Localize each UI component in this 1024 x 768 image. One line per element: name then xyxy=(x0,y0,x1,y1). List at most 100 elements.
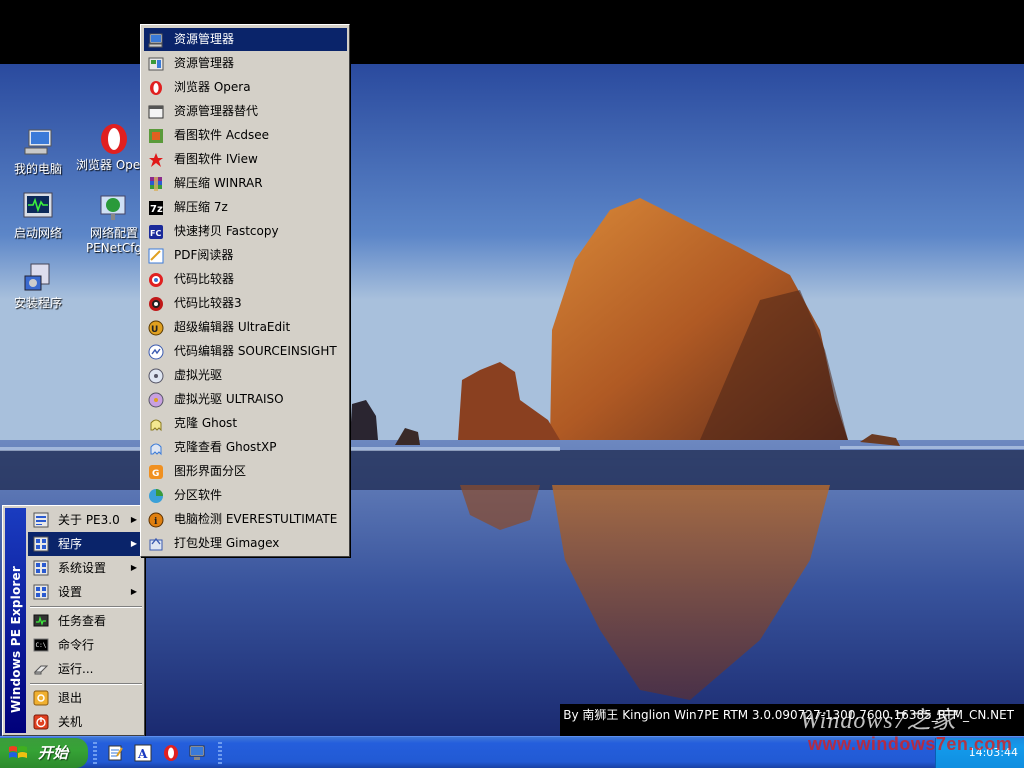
ultraedit-icon: U xyxy=(148,320,164,336)
start-button-label: 开始 xyxy=(38,744,69,762)
program-item-explorer[interactable]: 资源管理器 xyxy=(144,28,347,51)
program-item-winrar[interactable]: 解压缩 WINRAR xyxy=(144,172,347,195)
partition-gui-icon: G xyxy=(149,465,163,479)
program-item-explorer-alt[interactable]: 资源管理器 xyxy=(144,52,347,75)
explorer-icon xyxy=(148,33,163,48)
program-label: 解压缩 WINRAR xyxy=(174,176,263,190)
notepad-icon[interactable] xyxy=(106,744,124,762)
svg-text:i: i xyxy=(154,517,158,527)
installer-icon xyxy=(24,263,50,291)
network-start-icon xyxy=(23,192,53,218)
toolbar-grip[interactable] xyxy=(93,742,97,764)
fastcopy-icon: FC xyxy=(149,225,163,239)
programs-submenu: 资源管理器 资源管理器 浏览器 Opera 资源管理器替代 看图软件 Acdse… xyxy=(140,24,350,557)
program-item-gimagex[interactable]: 打包处理 Gimagex xyxy=(144,532,347,555)
watermark-title: Windows7之家 xyxy=(800,708,957,734)
program-item-partition[interactable]: 分区软件 xyxy=(144,484,347,507)
program-item-ultraiso[interactable]: 虚拟光驱 ULTRAISO xyxy=(144,388,347,411)
svg-text:U: U xyxy=(151,325,158,335)
svg-text:C:\: C:\ xyxy=(36,642,47,649)
sourceinsight-icon xyxy=(148,344,164,360)
program-item-everest[interactable]: i 电脑检测 EVERESTULTIMATE xyxy=(144,508,347,531)
program-item-ghost[interactable]: 克隆 Ghost xyxy=(144,412,347,435)
monitor-icon[interactable] xyxy=(188,744,206,762)
start-item-about[interactable]: 关于 PE3.0 ▶ xyxy=(28,508,142,532)
opera-icon xyxy=(101,124,127,154)
start-item-label: 运行... xyxy=(58,662,94,676)
7zip-icon: 7z xyxy=(149,201,163,215)
windows-flag-icon xyxy=(9,746,27,758)
program-item-code-compare3[interactable]: 代码比较器3 xyxy=(144,292,347,315)
program-item-sourceinsight[interactable]: 代码编辑器 SOURCEINSIGHT xyxy=(144,340,347,363)
program-label: 资源管理器 xyxy=(174,32,235,46)
my-computer-icon xyxy=(24,129,52,155)
program-item-fastcopy[interactable]: FC 快速拷贝 Fastcopy xyxy=(144,220,347,243)
submenu-arrow-icon: ▶ xyxy=(130,515,137,524)
watermark: Windows7之家 www.windows7en.com xyxy=(790,696,1020,760)
program-label: 看图软件 Acdsee xyxy=(174,128,270,142)
pdf-reader-icon xyxy=(148,248,164,264)
font-icon[interactable]: A xyxy=(134,744,152,762)
program-label: 电脑检测 EVERESTULTIMATE xyxy=(174,512,338,526)
start-item-task-view[interactable]: 任务查看 xyxy=(28,609,142,633)
ultraiso-icon xyxy=(148,392,164,408)
svg-text:7z: 7z xyxy=(150,204,163,215)
start-item-system-settings[interactable]: 系统设置 ▶ xyxy=(28,556,142,580)
about-icon xyxy=(33,512,49,528)
desktop-icon-label: 启动网络 xyxy=(13,226,62,240)
acdsee-icon xyxy=(149,129,163,143)
start-item-label: 退出 xyxy=(58,691,83,705)
desktop-icon-label: 我的电脑 xyxy=(13,162,62,176)
start-item-shutdown[interactable]: 关机 xyxy=(28,710,142,734)
program-item-ultraedit[interactable]: U 超级编辑器 UltraEdit xyxy=(144,316,347,339)
toolbar-grip[interactable] xyxy=(218,742,222,764)
ghost-icon xyxy=(150,419,162,432)
everest-icon: i xyxy=(148,512,164,528)
start-item-settings[interactable]: 设置 ▶ xyxy=(28,580,142,604)
watermark-url: www.windows7en.com xyxy=(808,734,1013,754)
explorer-replacement-icon xyxy=(148,105,164,119)
program-item-opera[interactable]: 浏览器 Opera xyxy=(144,76,347,99)
task-view-icon xyxy=(33,614,49,627)
start-item-label: 关机 xyxy=(58,715,83,729)
program-item-iview[interactable]: 看图软件 IView xyxy=(144,148,347,171)
start-item-command-line[interactable]: C:\ 命令行 xyxy=(28,633,142,657)
start-menu: Windows PE Explorer 关于 PE3.0 ▶ 程序 ▶ 系统设置… xyxy=(2,505,145,736)
virtual-drive-icon xyxy=(148,368,164,384)
program-item-acdsee[interactable]: 看图软件 Acdsee xyxy=(144,124,347,147)
start-menu-banner-text: Windows PE Explorer xyxy=(8,566,23,713)
start-item-label: 系统设置 xyxy=(58,561,107,575)
desktop-icon-my-computer[interactable]: 我的电脑 xyxy=(0,126,76,177)
partition-icon xyxy=(149,489,163,503)
opera-icon[interactable] xyxy=(162,744,180,762)
opera-icon xyxy=(150,81,162,95)
programs-icon xyxy=(33,536,49,552)
program-label: 代码编辑器 SOURCEINSIGHT xyxy=(174,344,337,358)
program-label: 虚拟光驱 ULTRAISO xyxy=(174,392,284,406)
start-menu-banner: Windows PE Explorer xyxy=(5,508,26,733)
start-item-programs[interactable]: 程序 ▶ xyxy=(28,532,142,556)
program-label: 超级编辑器 UltraEdit xyxy=(174,320,291,334)
desktop-icon-network-start[interactable]: 启动网络 xyxy=(0,190,76,241)
program-item-virtual-drive[interactable]: 虚拟光驱 xyxy=(144,364,347,387)
program-item-ghostxp[interactable]: 克隆查看 GhostXP xyxy=(144,436,347,459)
start-item-label: 任务查看 xyxy=(58,614,107,628)
start-button[interactable]: 开始 xyxy=(0,738,88,768)
program-label: 打包处理 Gimagex xyxy=(174,536,280,550)
program-item-partition-gui[interactable]: G 图形界面分区 xyxy=(144,460,347,483)
menu-separator xyxy=(30,683,142,685)
submenu-arrow-icon: ▶ xyxy=(130,563,137,572)
start-item-logoff[interactable]: 退出 xyxy=(28,686,142,710)
start-item-run[interactable]: 运行... xyxy=(28,657,142,681)
desktop-icon-installer[interactable]: 安装程序 xyxy=(0,260,76,311)
program-item-7zip[interactable]: 7z 解压缩 7z xyxy=(144,196,347,219)
program-item-code-compare[interactable]: 代码比较器 xyxy=(144,268,347,291)
desktop-icon-label: 安装程序 xyxy=(13,296,62,310)
ghostxp-icon xyxy=(150,443,162,456)
program-item-pdf-reader[interactable]: PDF阅读器 xyxy=(144,244,347,267)
program-label: 代码比较器3 xyxy=(174,296,242,310)
program-item-explorer-replacement[interactable]: 资源管理器替代 xyxy=(144,100,347,123)
start-item-label: 关于 PE3.0 xyxy=(58,513,120,527)
code-compare-icon xyxy=(149,273,163,287)
menu-separator xyxy=(30,606,142,608)
